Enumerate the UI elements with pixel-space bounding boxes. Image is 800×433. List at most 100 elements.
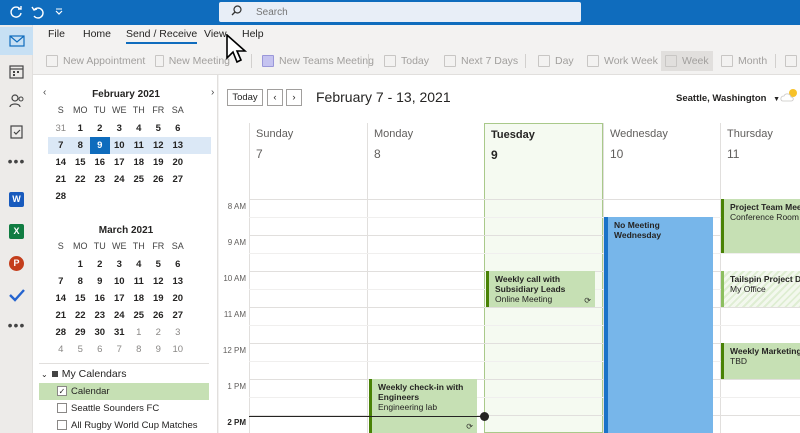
week-row: 21 22 23 24 25 26 27 [55,174,184,185]
weather-location[interactable]: Seattle, Washington ▼ [676,93,780,104]
go-today-button[interactable]: Today [227,89,263,106]
week-row: 123456 [77,259,181,270]
checkbox-icon[interactable] [57,420,67,430]
day-column-sunday[interactable]: Sunday 7 [249,123,367,433]
next-7-days-button[interactable]: Next 7 Days [444,51,518,71]
more-apps-icon[interactable]: ••• [0,147,33,175]
week-row: 21 22 23 24 25 26 27 [55,310,184,321]
tab-file[interactable]: File [48,28,65,40]
time-label: 9 AM [227,238,246,247]
calendar-add-icon [46,55,58,67]
previous-month-icon[interactable]: ‹ [43,87,46,98]
work-week-button[interactable]: Work Week [587,51,658,71]
tab-send-receive[interactable]: Send / Receive [126,28,198,44]
mail-icon[interactable] [0,27,33,55]
today-button[interactable]: Today [384,51,429,71]
today-icon [384,55,396,67]
month-view-icon [721,55,733,67]
undo-icon[interactable] [28,3,46,21]
mini-calendar-march: March 2021 S MO TU WE TH FR SA 123456 7 8 9 10 11 1… [51,223,231,355]
time-label: 12 PM [222,346,246,355]
calendar-icon[interactable] [0,57,33,85]
new-teams-meeting-button[interactable]: New Teams Meeting [262,51,374,71]
event-project-team-meeting[interactable]: Project Team Meeting Conference Room - S [721,199,800,253]
tab-home[interactable]: Home [83,28,111,40]
schedule-view-button[interactable] [785,51,800,71]
next-month-icon[interactable]: › [211,87,214,98]
day-header: Sunday 7 [256,128,294,161]
search-icon [231,5,242,19]
week-row: 28 29 30 31 1 2 3 [55,327,181,338]
people-icon[interactable] [0,87,33,115]
mini-calendar-title: February 2021 [92,89,160,100]
event-no-meeting-wednesday[interactable]: No Meeting Wednesday [604,217,713,433]
group-checkbox-icon[interactable] [51,371,58,377]
calendar-item-calendar[interactable]: ✓ Calendar [39,383,209,400]
next-days-icon [444,55,456,67]
more-icon[interactable]: ••• [0,311,33,339]
week-view-button[interactable]: Week [661,51,713,71]
week-row: 31 1 2 3 4 5 6 [55,123,181,134]
week-row-selected: 7 8 9 10 11 12 13 [51,137,201,154]
weather-icon[interactable] [779,87,800,106]
calendar-toolbar: Today ‹ › February 7 - 13, 2021 Seattle,… [219,75,800,123]
work-week-icon [587,55,599,67]
powerpoint-icon[interactable]: P [0,249,33,277]
calendar-item-rugby[interactable]: All Rugby World Cup Matches [39,417,209,433]
mini-calendar-title: March 2021 [98,225,154,236]
time-label: 11 AM [223,310,246,319]
day-header: Tuesday 9 [491,129,535,162]
current-time-line [249,416,485,417]
day-view-icon [538,55,550,67]
day-view-button[interactable]: Day [538,51,574,71]
sync-icon[interactable] [7,3,25,21]
week-row: 14 15 16 17 18 19 20 [55,293,184,304]
date-range-title: February 7 - 13, 2021 [316,89,451,105]
day-header: Thursday 11 [727,128,773,161]
new-appointment-button[interactable]: New Appointment [46,51,145,71]
event-tailspin-project[interactable]: Tailspin Project Disc My Office [721,271,800,307]
checkbox-icon[interactable] [57,403,67,413]
navigation-pane: ‹ February 2021 › S MO TU WE TH FR SA 31 1 2 3 4 5 6… [33,75,218,433]
search-input[interactable] [256,6,456,18]
time-label: 8 AM [227,202,246,211]
customize-toolbar-icon[interactable] [50,3,68,21]
checkbox-checked-icon[interactable]: ✓ [57,386,67,396]
tasks-icon[interactable] [0,117,33,145]
time-label-current: 2 PM [227,418,246,427]
event-weekly-call[interactable]: Weekly call with Subsidiary Leads Online… [486,271,595,307]
day-header: Monday 8 [374,128,414,161]
excel-icon[interactable]: X [0,217,33,245]
search-box[interactable] [219,2,581,22]
time-label: 10 AM [223,274,246,283]
tab-view[interactable]: View [204,28,227,40]
week-view-icon [665,55,677,67]
today-date[interactable]: 9 [90,137,110,154]
next-week-button[interactable]: › [286,89,302,106]
week-row: 4 5 6 7 8 9 10 [58,344,184,355]
ribbon: New Appointment New Meeting New Teams Me… [33,47,800,75]
new-meeting-button[interactable]: New Meeting [155,51,230,71]
previous-week-button[interactable]: ‹ [267,89,283,106]
recurring-icon: ⟳ [584,296,591,305]
app-rail: ••• W X P ••• [0,25,33,433]
week-row: 7 8 9 10 11 12 13 [58,276,184,287]
month-view-button[interactable]: Month [721,51,767,71]
chevron-down-icon: ⌄ [41,369,48,379]
time-label: 1 PM [227,382,246,391]
week-row: 28 [55,191,67,202]
event-weekly-marketing[interactable]: Weekly Marketing L TBD [721,343,800,379]
calendar-item-seattle-sounders[interactable]: Seattle Sounders FC [39,400,209,417]
day-header: Wednesday 10 [610,128,668,161]
outlook-window: ••• W X P ••• File Home Send / Receive V… [0,0,800,433]
my-calendars-header[interactable]: ⌄ My Calendars [41,368,126,380]
meeting-icon [155,55,164,67]
week-row: 14 15 16 17 18 19 20 [55,157,184,168]
calendar-view: Today ‹ › February 7 - 13, 2021 Seattle,… [219,75,800,433]
todo-icon[interactable] [0,281,33,309]
title-bar [0,0,800,25]
current-time-marker [480,412,489,421]
recurring-icon: ⟳ [466,422,473,431]
word-icon[interactable]: W [0,185,33,213]
event-weekly-check-in[interactable]: Weekly check-in with Engineers Engineeri… [369,379,477,433]
